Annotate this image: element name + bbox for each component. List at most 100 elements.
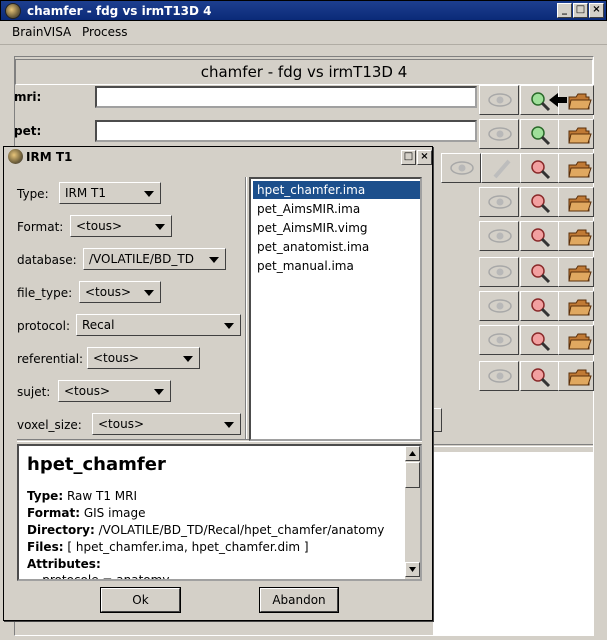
scroll-up-button[interactable] [405, 446, 420, 461]
magnifier-red-icon [531, 194, 551, 214]
dialog-maximize-button[interactable]: □ [401, 150, 416, 165]
folder-icon [568, 127, 592, 144]
file-item-hpet-chamfer-ima[interactable]: hpet_chamfer.ima [253, 181, 420, 199]
file-type-value: <tous> [85, 285, 132, 299]
info-attributes: Attributes: [27, 557, 101, 571]
view-button[interactable] [479, 257, 519, 287]
protocol-combo[interactable]: Recal [76, 314, 241, 336]
abandon-button[interactable]: Abandon [259, 587, 339, 613]
info-format: Format: GIS image [27, 506, 146, 520]
file-item-pet-anatomist-ima[interactable]: pet_anatomist.ima [253, 238, 420, 256]
log-area [433, 452, 594, 636]
view-button[interactable] [479, 85, 519, 115]
format-value: <tous> [76, 219, 123, 233]
chevron-down-icon [224, 323, 234, 329]
database-search-button[interactable] [520, 291, 560, 321]
close-button[interactable]: × [589, 3, 604, 18]
folder-icon [568, 333, 592, 350]
database-search-button[interactable] [520, 153, 560, 183]
folder-icon [568, 369, 592, 386]
database-search-button[interactable] [520, 257, 560, 287]
browse-folder-button[interactable] [549, 85, 594, 115]
folder-icon [568, 161, 592, 178]
sujet-label: sujet: [17, 385, 51, 399]
view-button[interactable] [479, 221, 519, 251]
browse-folder-button[interactable] [558, 325, 594, 355]
arrow-up-icon [409, 451, 416, 456]
type-combo[interactable]: IRM T1 [59, 182, 161, 204]
database-value: /VOLATILE/BD_TD [89, 252, 194, 266]
database-search-button[interactable] [520, 325, 560, 355]
browse-folder-button[interactable] [558, 257, 594, 287]
info-title: hpet_chamfer [27, 454, 166, 475]
chevron-down-icon [144, 290, 154, 296]
database-search-button[interactable] [520, 119, 560, 149]
browse-folder-button[interactable] [558, 187, 594, 217]
magnifier-green-icon [531, 126, 551, 146]
minimize-button[interactable]: _ [557, 3, 572, 18]
file-list[interactable]: hpet_chamfer.ima pet_AimsMIR.ima pet_Aim… [249, 177, 422, 441]
folder-icon [568, 265, 592, 282]
arrow-icon [549, 93, 567, 107]
scroll-down-button[interactable] [405, 562, 420, 577]
view-button[interactable] [441, 153, 481, 183]
dialog-close-button[interactable]: × [417, 150, 432, 165]
view-button[interactable] [479, 291, 519, 321]
scroll-thumb[interactable] [405, 462, 420, 488]
folder-icon [568, 229, 592, 246]
arrow-down-icon [409, 567, 416, 572]
folder-icon [568, 93, 592, 110]
view-button[interactable] [479, 187, 519, 217]
sujet-combo[interactable]: <tous> [58, 380, 171, 402]
view-button[interactable] [479, 325, 519, 355]
format-combo[interactable]: <tous> [70, 215, 172, 237]
view-button[interactable] [479, 119, 519, 149]
file-info-pane[interactable]: hpet_chamfer Type: Raw T1 MRI Format: GI… [17, 444, 422, 581]
param-label-pet: pet: [14, 124, 42, 138]
process-title: chamfer - fdg vs irmT13D 4 [15, 59, 593, 85]
magnifier-red-icon [531, 332, 551, 352]
view-button[interactable] [479, 361, 519, 391]
ok-button[interactable]: Ok [100, 587, 181, 613]
database-search-button[interactable] [520, 221, 560, 251]
browse-folder-button[interactable] [558, 291, 594, 321]
edit-button[interactable] [481, 153, 521, 183]
database-search-button[interactable] [520, 187, 560, 217]
pen-icon [493, 159, 511, 179]
voxel-size-label: voxel_size: [17, 418, 82, 432]
browse-folder-button[interactable] [558, 361, 594, 391]
menu-process[interactable]: Process [82, 25, 128, 39]
folder-icon [568, 299, 592, 316]
mri-input[interactable] [95, 86, 477, 108]
info-scrollbar[interactable] [405, 446, 420, 579]
referential-combo[interactable]: <tous> [87, 347, 200, 369]
file-type-combo[interactable]: <tous> [79, 281, 161, 303]
voxel-size-combo[interactable]: <tous> [92, 413, 241, 435]
browse-folder-button[interactable] [558, 119, 594, 149]
menubar: BrainVISA Process [0, 21, 607, 45]
magnifier-red-icon [531, 264, 551, 284]
dialog-title: IRM T1 [26, 150, 73, 164]
browse-folder-button[interactable] [558, 221, 594, 251]
protocol-value: Recal [82, 318, 115, 332]
database-search-button[interactable] [520, 361, 560, 391]
info-type: Type: Raw T1 MRI [27, 489, 138, 503]
chevron-down-icon [224, 422, 234, 428]
dialog-titlebar: IRM T1 [4, 147, 432, 167]
database-combo[interactable]: /VOLATILE/BD_TD [83, 248, 226, 270]
magnifier-red-icon [531, 298, 551, 318]
maximize-button[interactable]: □ [573, 3, 588, 18]
window-title: chamfer - fdg vs irmT13D 4 [27, 4, 212, 18]
type-label: Type: [17, 187, 49, 201]
database-label: database: [17, 253, 77, 267]
file-item-pet-manual-ima[interactable]: pet_manual.ima [253, 257, 420, 275]
eye-icon [488, 195, 512, 209]
chevron-down-icon [154, 389, 164, 395]
browse-folder-button[interactable] [558, 153, 594, 183]
file-type-label: file_type: [17, 286, 73, 300]
info-directory: Directory: /VOLATILE/BD_TD/Recal/hpet_ch… [27, 523, 385, 537]
pet-input[interactable] [95, 120, 477, 142]
file-item-pet-aimsmir-vimg[interactable]: pet_AimsMIR.vimg [253, 219, 420, 237]
file-item-pet-aimsmir-ima[interactable]: pet_AimsMIR.ima [253, 200, 420, 218]
menu-brainvisa[interactable]: BrainVISA [12, 25, 71, 39]
